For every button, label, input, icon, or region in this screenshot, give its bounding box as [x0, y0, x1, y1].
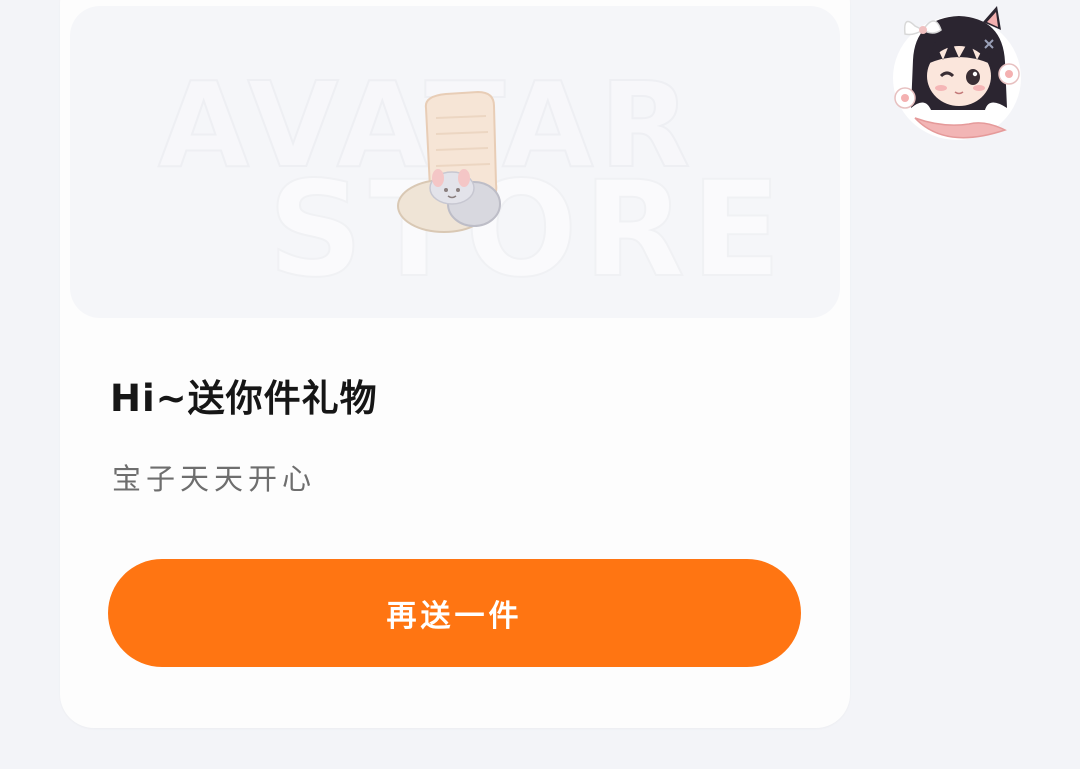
gift-subtitle: 宝子天天开心 — [112, 462, 317, 496]
watermark-store: STORE — [267, 153, 788, 307]
slipper-gift-icon — [397, 90, 501, 233]
gift-card: AVATAR STORE Hi~送你件礼物 宝子天天开心 再送一件 — [60, 0, 850, 728]
gift-title: Hi~送你件礼物 — [110, 377, 378, 420]
gift-banner: AVATAR STORE — [70, 6, 840, 318]
anime-cat-girl-sticker[interactable] — [885, 0, 1030, 148]
send-another-button[interactable]: 再送一件 — [108, 559, 801, 667]
